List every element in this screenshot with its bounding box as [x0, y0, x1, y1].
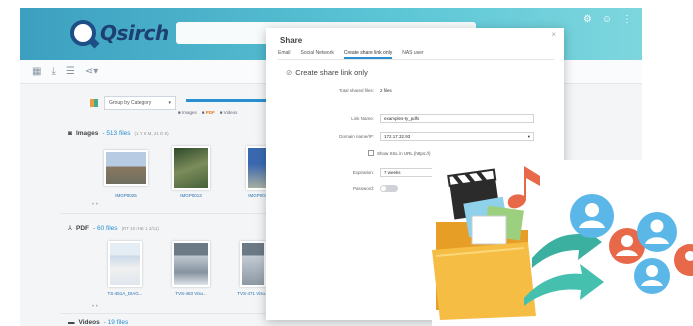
- user-avatar-icon: [637, 212, 677, 252]
- expiration-label: Expiration:: [352, 170, 374, 175]
- section-divider: [60, 213, 290, 214]
- share-icon[interactable]: ⋖▾: [85, 66, 98, 77]
- grid-icon[interactable]: ▦: [32, 66, 41, 77]
- ssl-label: Show SSL in URL (https://): [377, 150, 431, 156]
- arrow-icon: [524, 264, 604, 306]
- dialog-title: Share: [280, 36, 303, 45]
- folder-icon: [432, 242, 536, 320]
- filter-row: Group by Category ▾: [90, 96, 176, 110]
- share-tabs: Email Social Network Create share link o…: [278, 50, 554, 60]
- thumbnail-label: IMGP0013: [180, 193, 202, 198]
- section-name: Videos: [78, 319, 100, 326]
- section-divider: [60, 313, 290, 314]
- total-shared-value: 2 files: [380, 88, 392, 93]
- settings-icon[interactable]: ⚙: [583, 14, 592, 25]
- music-note-icon: [507, 166, 540, 209]
- domain-select[interactable]: 172.17.32.93 ▾: [380, 132, 534, 141]
- tab-social-network[interactable]: Social Network: [301, 50, 334, 59]
- section-date: (1 Y 6 M, 21 D 5): [134, 131, 169, 136]
- thumbnail-label: TS-451A_DIAG...: [107, 291, 143, 296]
- list-icon[interactable]: ☰: [66, 66, 75, 77]
- share-illustration-graphic: [432, 166, 693, 320]
- ssl-checkbox[interactable]: [368, 150, 374, 156]
- qsirch-logo[interactable]: Qsirch: [70, 16, 170, 50]
- header-icons: ⚙ ☺ ⋮: [583, 14, 632, 25]
- section-name: Images: [75, 130, 99, 137]
- total-shared-label: Total shared files:: [338, 88, 374, 93]
- more-dots[interactable]: • •: [92, 202, 98, 208]
- section-count: - 19 files: [103, 319, 129, 326]
- more-dots[interactable]: • •: [92, 304, 98, 310]
- document-card: [471, 215, 507, 245]
- create-link-heading: ⊘ Create share link only: [286, 68, 368, 77]
- link-name-value: examples-ty_pdfs: [384, 116, 420, 121]
- link-icon: ⊘: [286, 68, 293, 77]
- total-shared-row: Total shared files: 2 files: [290, 88, 392, 93]
- pdf-icon: ⅄: [68, 225, 72, 232]
- category-icon: [90, 99, 98, 107]
- more-icon[interactable]: ⋮: [622, 14, 632, 25]
- expiration-field[interactable]: 7 weeks: [380, 168, 440, 177]
- create-link-label: Create share link only: [295, 68, 368, 77]
- user-avatar-icon: [570, 194, 614, 238]
- group-by-select[interactable]: Group by Category ▾: [104, 96, 176, 110]
- chevron-down-icon: ▾: [168, 100, 171, 106]
- group-by-label: Group by Category: [109, 100, 152, 106]
- chip-images[interactable]: ■ Images: [178, 110, 197, 115]
- filter-progress-bar: [186, 99, 272, 102]
- image-thumbnail[interactable]: [172, 146, 210, 190]
- user-avatar-icon: [674, 244, 693, 276]
- tab-nas-user[interactable]: NAS user: [402, 50, 423, 59]
- chevron-down-icon: ▾: [527, 133, 530, 139]
- images-section-title[interactable]: ◙ Images - 513 files (1 Y 6 M, 21 D 5): [68, 130, 169, 137]
- user-icon[interactable]: ☺: [602, 14, 612, 25]
- video-icon: ▬: [68, 319, 75, 326]
- expiration-value: 7 weeks: [384, 170, 401, 175]
- filter-chips: ■ Images ■ PDF ■ Videos: [178, 110, 237, 115]
- password-toggle[interactable]: [380, 185, 398, 192]
- expiration-row: Expiration: 7 weeks: [290, 168, 440, 177]
- link-name-row: Link Name: examples-ty_pdfs: [290, 114, 534, 123]
- thumbnail-label: IMGP0025: [115, 193, 137, 198]
- close-icon[interactable]: ×: [551, 30, 556, 39]
- section-count: - 513 files: [102, 130, 131, 137]
- pdf-thumbnail[interactable]: [240, 241, 266, 287]
- tab-create-share-link[interactable]: Create share link only: [343, 50, 393, 59]
- link-name-label: Link Name:: [351, 116, 374, 121]
- domain-value: 172.17.32.93: [384, 134, 411, 139]
- logo-text: Qsirch: [100, 21, 169, 45]
- share-illustration: [432, 160, 693, 326]
- search-logo-icon: [70, 20, 96, 46]
- download-icon[interactable]: ⤓: [51, 66, 55, 77]
- pdf-thumbnail[interactable]: [172, 241, 210, 287]
- pdf-thumbnail[interactable]: [108, 241, 142, 287]
- section-date: (RT 10 /HE 1 2/11): [121, 225, 159, 231]
- domain-row: Domain name/IP: 172.17.32.93 ▾: [290, 132, 534, 141]
- section-name: PDF: [75, 224, 89, 232]
- chip-videos[interactable]: ■ Videos: [220, 110, 238, 115]
- ssl-row: Show SSL in URL (https://): [368, 150, 430, 156]
- chip-pdf[interactable]: ■ PDF: [202, 110, 215, 115]
- password-row: Password:: [290, 185, 398, 192]
- camera-icon: ◙: [68, 130, 72, 137]
- videos-section-title[interactable]: ▬ Videos - 19 files: [68, 319, 128, 326]
- tab-email[interactable]: Email: [278, 50, 291, 59]
- password-label: Password:: [352, 186, 374, 191]
- link-name-field[interactable]: examples-ty_pdfs: [380, 114, 534, 123]
- thumbnail-label: TVS-463 Visu...: [175, 291, 207, 296]
- pdf-section-title[interactable]: ⅄ PDF - 60 files (RT 10 /HE 1 2/11): [68, 224, 159, 233]
- domain-label: Domain name/IP:: [339, 134, 374, 139]
- user-avatar-icon: [634, 258, 670, 294]
- section-count: - 60 files: [92, 224, 118, 232]
- image-thumbnail[interactable]: [104, 150, 148, 186]
